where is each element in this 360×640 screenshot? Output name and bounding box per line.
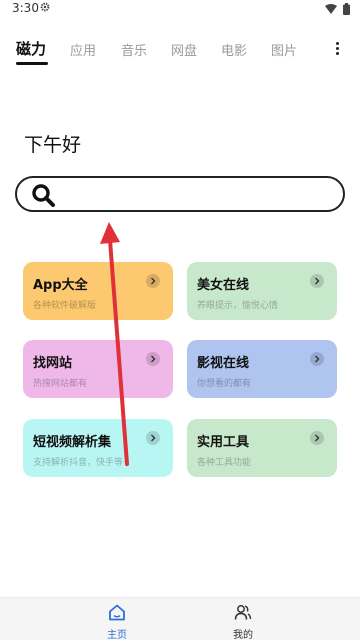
home-icon [109, 604, 125, 621]
tab-cloud-drive[interactable]: 网盘 [171, 40, 197, 59]
battery-icon [343, 3, 350, 15]
more-options-icon[interactable] [334, 42, 340, 58]
settings-gear-icon [40, 2, 50, 12]
status-bar: 3:30 [0, 0, 360, 20]
annotation-arrow [100, 222, 129, 466]
card-utility-tools[interactable]: 实用工具 各种工具功能 [187, 419, 337, 477]
search-icon[interactable] [31, 183, 55, 207]
card-title: 实用工具 [197, 435, 250, 450]
nav-mine[interactable]: 我的 [213, 604, 273, 640]
chevron-right-icon [310, 431, 324, 445]
card-title: App大全 [33, 278, 88, 293]
card-short-video-parser[interactable]: 短视频解析集 支持解析抖音，快手等 [23, 419, 173, 477]
chevron-right-icon [146, 352, 160, 366]
card-app-collection[interactable]: App大全 各种软件破解版 [23, 262, 173, 320]
wifi-icon [325, 4, 337, 14]
card-find-sites[interactable]: 找网站 热搜网站都有 [23, 340, 173, 398]
chevron-right-icon [310, 352, 324, 366]
card-title: 短视频解析集 [33, 435, 112, 450]
chevron-right-icon [310, 274, 324, 288]
tab-cili[interactable]: 磁力 [16, 38, 46, 59]
card-beauty-online[interactable]: 美女在线 养眼提示，愉悦心情 [187, 262, 337, 320]
card-title: 找网站 [33, 356, 73, 371]
tab-music[interactable]: 音乐 [121, 40, 147, 59]
card-subtitle: 养眼提示，愉悦心情 [197, 301, 279, 311]
category-tabs: 磁力 应用 音乐 网盘 电影 图片 [0, 34, 360, 70]
chevron-right-icon [146, 431, 160, 445]
card-title: 影视在线 [197, 356, 250, 371]
nav-home[interactable]: 主页 [87, 604, 147, 640]
search-box[interactable] [15, 176, 345, 212]
nav-mine-label: 我的 [233, 630, 253, 640]
card-subtitle: 支持解析抖音，快手等 [33, 458, 124, 468]
tab-apps[interactable]: 应用 [70, 40, 96, 59]
status-time: 3:30 [12, 1, 39, 15]
chevron-right-icon [146, 274, 160, 288]
card-subtitle: 热搜网站都有 [33, 379, 88, 389]
card-subtitle: 各种工具功能 [197, 458, 252, 468]
card-title: 美女在线 [197, 278, 250, 293]
search-input[interactable] [65, 182, 335, 206]
card-subtitle: 你想看的都有 [197, 379, 252, 389]
nav-home-label: 主页 [107, 630, 127, 640]
users-icon [234, 605, 252, 620]
tab-movies[interactable]: 电影 [221, 40, 247, 59]
card-subtitle: 各种软件破解版 [33, 301, 97, 311]
bottom-nav: 主页 我的 [0, 597, 360, 640]
greeting-text: 下午好 [24, 134, 82, 156]
card-video-online[interactable]: 影视在线 你想看的都有 [187, 340, 337, 398]
active-tab-indicator [16, 62, 48, 65]
tab-images[interactable]: 图片 [271, 40, 297, 59]
